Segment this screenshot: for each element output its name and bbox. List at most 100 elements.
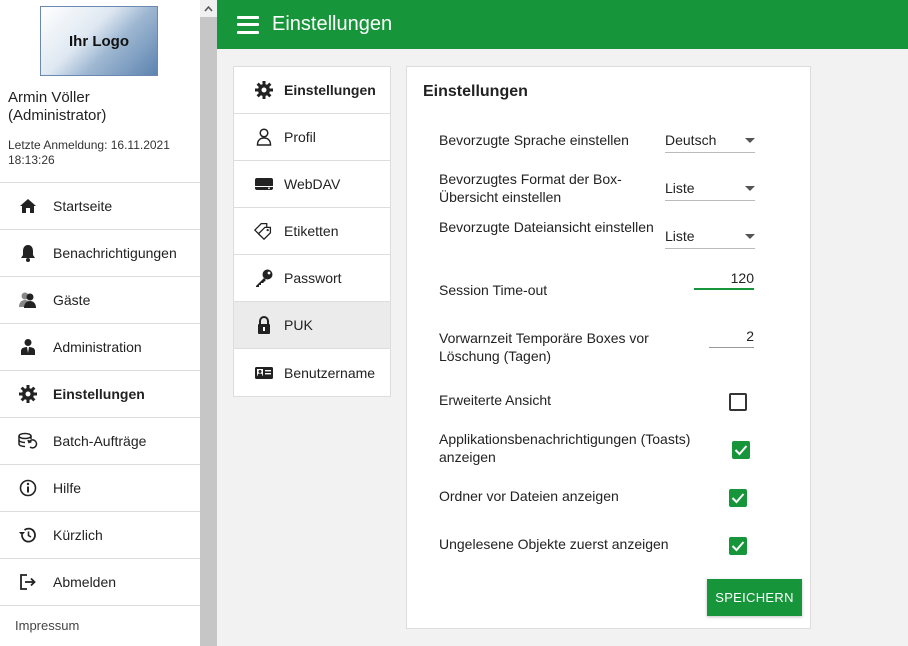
logout-icon bbox=[18, 572, 38, 592]
settings-tab-label: Etiketten bbox=[284, 223, 339, 239]
nav-item-kuerzlich[interactable]: Kürzlich bbox=[0, 512, 200, 559]
main-nav: Startseite Benachrichtigungen Gäste Admi… bbox=[0, 182, 200, 606]
settings-tab-passwort[interactable]: Passwort bbox=[234, 255, 390, 302]
chevron-down-icon bbox=[745, 138, 755, 143]
check-icon bbox=[731, 541, 745, 552]
settings-tab-label: Profil bbox=[284, 129, 316, 145]
box-format-select[interactable]: Liste bbox=[665, 175, 755, 201]
gear-icon bbox=[18, 384, 38, 404]
gear-icon bbox=[253, 80, 275, 100]
drive-icon bbox=[253, 174, 275, 194]
chevron-down-icon bbox=[745, 186, 755, 191]
settings-tab-benutzername[interactable]: Benutzername bbox=[234, 349, 390, 396]
settings-tab-label: Benutzername bbox=[284, 364, 376, 381]
sidebar: Ihr Logo Armin Völler (Administrator) Le… bbox=[0, 0, 200, 646]
nav-label: Batch-Aufträge bbox=[53, 433, 147, 449]
file-view-label: Bevorzugte Dateiansicht einstellen bbox=[439, 219, 654, 235]
file-view-value: Liste bbox=[665, 227, 695, 244]
folders-first-checkbox[interactable] bbox=[729, 489, 747, 507]
scroll-up-arrow-icon[interactable] bbox=[200, 0, 217, 17]
company-logo: Ihr Logo bbox=[40, 6, 158, 76]
impressum-link[interactable]: Impressum bbox=[15, 618, 79, 633]
warning-time-input[interactable]: 2 bbox=[709, 324, 754, 348]
hamburger-menu-icon[interactable] bbox=[237, 15, 259, 34]
settings-tab-label: Einstellungen bbox=[284, 82, 376, 98]
nav-item-gaeste[interactable]: Gäste bbox=[0, 277, 200, 324]
nav-label: Startseite bbox=[53, 198, 113, 214]
user-role: (Administrator) bbox=[8, 107, 107, 124]
id-card-icon bbox=[253, 363, 275, 383]
extended-view-checkbox[interactable] bbox=[729, 393, 747, 411]
session-timeout-row: Session Time-out 120 bbox=[439, 265, 799, 299]
file-view-row: Bevorzugte Dateiansicht einstellen Liste bbox=[439, 218, 799, 258]
box-format-value: Liste bbox=[665, 179, 695, 196]
nav-label: Abmelden bbox=[53, 574, 117, 590]
scroll-thumb[interactable] bbox=[200, 17, 217, 646]
nav-label: Administration bbox=[53, 339, 142, 355]
last-login: Letzte Anmeldung: 16.11.2021 18:13:26 bbox=[8, 138, 170, 167]
nav-item-hilfe[interactable]: Hilfe bbox=[0, 465, 200, 512]
settings-tab-label: PUK bbox=[284, 317, 313, 333]
settings-tab-einstellungen[interactable]: Einstellungen bbox=[234, 67, 390, 114]
file-view-select[interactable]: Liste bbox=[665, 223, 755, 249]
settings-tab-label: WebDAV bbox=[284, 176, 341, 192]
batch-icon bbox=[18, 431, 38, 451]
guests-icon bbox=[18, 290, 38, 310]
lock-icon bbox=[253, 315, 275, 335]
user-info: Armin Völler (Administrator) bbox=[8, 89, 106, 125]
settings-tab-label: Passwort bbox=[284, 270, 342, 286]
history-icon bbox=[18, 525, 38, 545]
settings-tab-puk[interactable]: PUK bbox=[234, 302, 390, 349]
box-format-label: Bevorzugtes Format der Box-Übersicht ein… bbox=[439, 171, 622, 205]
sidebar-scrollbar[interactable] bbox=[200, 0, 217, 646]
nav-item-administration[interactable]: Administration bbox=[0, 324, 200, 371]
session-timeout-input[interactable]: 120 bbox=[694, 266, 754, 290]
check-icon bbox=[731, 493, 745, 504]
nav-item-abmelden[interactable]: Abmelden bbox=[0, 559, 200, 606]
language-label: Bevorzugte Sprache einstellen bbox=[439, 132, 629, 148]
nav-item-batch-auftraege[interactable]: Batch-Aufträge bbox=[0, 418, 200, 465]
app-header: Einstellungen bbox=[217, 0, 908, 49]
language-select[interactable]: Deutsch bbox=[665, 127, 755, 153]
language-value: Deutsch bbox=[665, 131, 717, 148]
nav-label: Einstellungen bbox=[53, 386, 145, 402]
admin-user-icon bbox=[18, 337, 38, 357]
session-timeout-label: Session Time-out bbox=[439, 282, 548, 298]
extended-view-label: Erweiterte Ansicht bbox=[439, 392, 552, 408]
chevron-down-icon bbox=[745, 234, 755, 239]
key-icon bbox=[253, 268, 275, 288]
unread-first-checkbox[interactable] bbox=[729, 537, 747, 555]
settings-card: Einstellungen Bevorzugte Sprache einstel… bbox=[406, 66, 811, 629]
save-button[interactable]: SPEICHERN bbox=[707, 579, 802, 616]
toasts-label: Applikationsbenachrichtigungen (Toasts) … bbox=[439, 431, 691, 465]
warning-time-label: Vorwarnzeit Temporäre Boxes vor Löschung… bbox=[439, 330, 649, 364]
card-title: Einstellungen bbox=[423, 83, 528, 100]
nav-item-startseite[interactable]: Startseite bbox=[0, 183, 200, 230]
home-icon bbox=[18, 196, 38, 216]
settings-tab-etiketten[interactable]: Etiketten bbox=[234, 208, 390, 255]
check-icon bbox=[734, 445, 748, 456]
settings-tab-webdav[interactable]: WebDAV bbox=[234, 161, 390, 208]
nav-label: Hilfe bbox=[53, 480, 82, 496]
unread-first-row: Ungelesene Objekte zuerst anzeigen bbox=[439, 535, 799, 557]
logo-text: Ihr Logo bbox=[69, 32, 129, 50]
nav-label: Benachrichtigungen bbox=[53, 245, 177, 261]
nav-label: Gäste bbox=[53, 292, 91, 308]
settings-nav: Einstellungen Profil WebDAV Etiketten Pa… bbox=[233, 66, 391, 397]
person-icon bbox=[253, 127, 275, 147]
tags-icon bbox=[253, 221, 275, 241]
folders-first-row: Ordner vor Dateien anzeigen bbox=[439, 487, 799, 509]
nav-label: Kürzlich bbox=[53, 527, 103, 543]
box-format-row: Bevorzugtes Format der Box-Übersicht ein… bbox=[439, 170, 799, 210]
bell-icon bbox=[18, 243, 38, 263]
settings-tab-profil[interactable]: Profil bbox=[234, 114, 390, 161]
nav-item-einstellungen[interactable]: Einstellungen bbox=[0, 371, 200, 418]
page-title: Einstellungen bbox=[272, 13, 393, 35]
user-name: Armin Völler bbox=[8, 89, 90, 106]
toasts-row: Applikationsbenachrichtigungen (Toasts) … bbox=[439, 430, 799, 470]
nav-item-benachrichtigungen[interactable]: Benachrichtigungen bbox=[0, 230, 200, 277]
info-icon bbox=[18, 478, 38, 498]
unread-first-label: Ungelesene Objekte zuerst anzeigen bbox=[439, 536, 669, 552]
toasts-checkbox[interactable] bbox=[732, 441, 750, 459]
folders-first-label: Ordner vor Dateien anzeigen bbox=[439, 488, 619, 504]
